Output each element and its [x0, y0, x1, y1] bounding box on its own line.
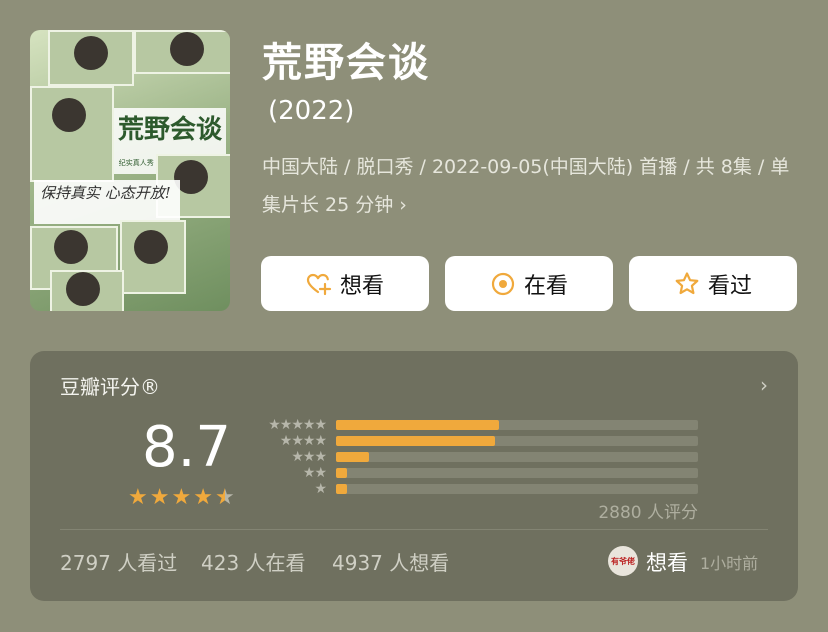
distribution-bar-5 [336, 420, 698, 430]
watched-button[interactable]: 看过 [629, 256, 797, 311]
rating-heading: 豆瓣评分® [60, 375, 160, 399]
poster-face [74, 36, 108, 70]
poster-face [134, 230, 168, 264]
watching-count[interactable]: 423 人在看 [201, 547, 306, 576]
release-year: (2022) [268, 96, 355, 126]
activity-action: 想看 [646, 551, 688, 575]
poster-handwriting: 保持真实 心态开放! [34, 180, 180, 224]
watching-label: 在看 [523, 273, 568, 299]
rating-star-icon: ★ [149, 485, 170, 510]
rating-star-icon: ★ [214, 485, 235, 510]
heart-plus-icon [306, 273, 332, 295]
watched-count[interactable]: 2797 人看过 [60, 547, 177, 576]
watching-button[interactable]: 在看 [445, 256, 613, 311]
poster-image[interactable]: 荒野会谈 纪实真人秀 新青年 说出你的心声 保持真实 心态开放! [30, 30, 230, 311]
distribution-bar-2 [336, 468, 698, 478]
distribution-stars-4: ★★★★ [279, 433, 327, 449]
distribution-stars-2: ★★ [302, 465, 327, 481]
distribution-bar-4 [336, 436, 698, 446]
avatar[interactable]: 有爷佬 [608, 546, 638, 576]
distribution-bar-3 [336, 452, 698, 462]
distribution-fill-2 [336, 468, 347, 478]
rating-count: 2880 人评分 [598, 503, 698, 523]
poster-face [52, 98, 86, 132]
activity-time: 1小时前 [700, 554, 759, 573]
info-meta-link[interactable]: 中国大陆 / 脱口秀 / 2022-09-05(中国大陆) 首播 / 共 8集 … [262, 148, 802, 224]
poster-face [54, 230, 88, 264]
chevron-right-icon[interactable]: › [760, 373, 768, 397]
distribution-stars-5: ★★★★★ [268, 417, 327, 433]
avatar-text: 有爷佬 [611, 556, 635, 566]
rating-score: 8.7 [142, 415, 232, 480]
page-title: 荒野会谈 [262, 40, 430, 86]
watched-label: 看过 [707, 273, 752, 299]
distribution-bar-1 [336, 484, 698, 494]
distribution-fill-1 [336, 484, 347, 494]
rating-stars: ★ ★ ★ ★ ★ [128, 487, 235, 509]
want-to-watch-button[interactable]: 想看 [261, 256, 429, 311]
distribution-fill-5 [336, 420, 499, 430]
rating-star-icon: ★ [193, 485, 213, 510]
rating-star-icon: ★ [128, 485, 148, 510]
distribution-stars-3: ★★★ [291, 449, 327, 465]
rating-star-icon: ★ [171, 485, 192, 510]
distribution-stars-1: ★ [314, 481, 327, 497]
poster-face [170, 32, 204, 66]
star-outline-icon [675, 271, 699, 294]
divider [60, 529, 768, 530]
rating-card[interactable]: 豆瓣评分® › 8.7 ★ ★ ★ ★ ★ ★★★★★ ★★★★ ★★★ ★★ ★ 28… [30, 351, 798, 601]
poster-face [66, 272, 100, 306]
target-circle-icon [491, 272, 515, 295]
distribution-fill-3 [336, 452, 369, 462]
want-count[interactable]: 4937 人想看 [332, 547, 449, 576]
distribution-fill-4 [336, 436, 496, 446]
want-to-watch-label: 想看 [339, 273, 384, 299]
